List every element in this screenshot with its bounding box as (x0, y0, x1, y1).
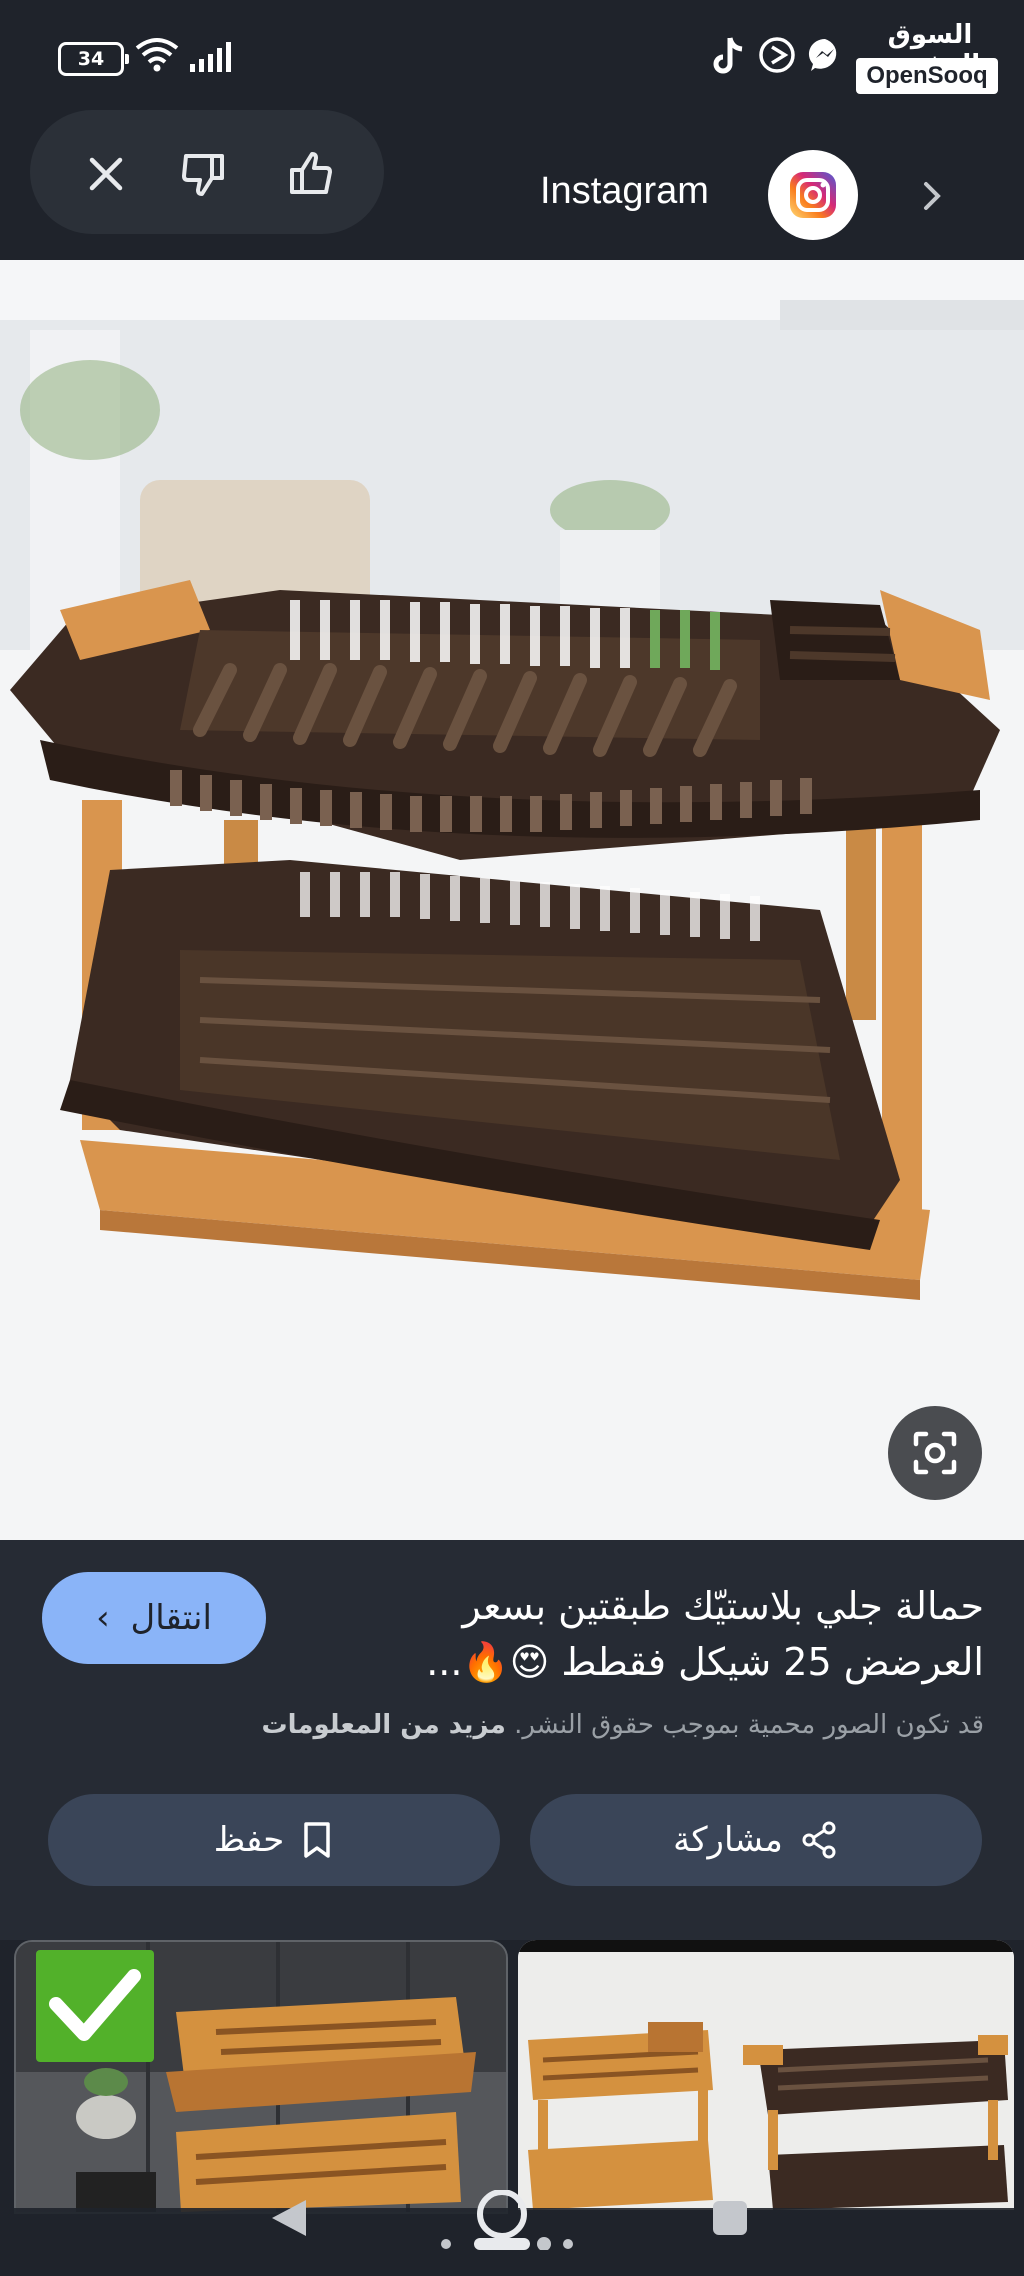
result-title[interactable]: حمالة جلي بلاستيّك طبقتين بسعر العرضض 25… (384, 1578, 984, 1690)
home-icon[interactable] (440, 2190, 580, 2250)
play-circle-icon (759, 37, 795, 73)
share-icon (802, 1821, 836, 1859)
wifi-icon (135, 38, 179, 72)
save-button[interactable]: حفظ (48, 1794, 500, 1886)
visit-button[interactable]: انتقال › (42, 1572, 266, 1664)
share-button[interactable]: مشاركة (530, 1794, 982, 1886)
dish-rack-photo (0, 260, 1024, 1540)
lens-search-button[interactable] (888, 1406, 982, 1500)
orange-rack-photo (16, 1942, 506, 2212)
copyright-note: قد تكون الصور محمية بموجب حقوق النشر. مز… (64, 1710, 984, 1740)
two-racks-photo (518, 1940, 1014, 2210)
lens-icon (913, 1431, 957, 1475)
signal-icon (190, 42, 231, 72)
related-thumbnail[interactable] (14, 1940, 508, 2214)
opensooq-logo: OpenSooq (856, 58, 998, 94)
thumbs-up-icon[interactable] (286, 150, 334, 198)
copyright-text: قد تكون الصور محمية بموجب حقوق النشر. (514, 1710, 984, 1740)
messenger-icon (808, 38, 837, 71)
source-favicon[interactable] (768, 150, 858, 240)
save-label: حفظ (213, 1820, 285, 1860)
recent-apps-icon[interactable] (710, 2198, 750, 2238)
close-icon[interactable] (82, 150, 130, 198)
back-icon[interactable] (266, 2196, 312, 2240)
related-thumbnail[interactable] (518, 1940, 1014, 2210)
chevron-right-icon: › (96, 1598, 110, 1638)
thumbs-down-icon[interactable] (180, 150, 228, 198)
bookmark-icon (304, 1822, 330, 1858)
chevron-right-icon[interactable] (912, 176, 952, 216)
tiktok-icon (713, 37, 743, 74)
share-label: مشاركة (673, 1820, 783, 1860)
visit-button-label: انتقال (130, 1598, 212, 1638)
battery-indicator: 34 (58, 42, 129, 76)
more-info-link[interactable]: مزيد من المعلومات (261, 1710, 505, 1740)
instagram-icon (790, 172, 836, 218)
feedback-pill (30, 110, 384, 234)
source-name[interactable]: Instagram (540, 170, 709, 213)
result-image[interactable] (0, 260, 1024, 1540)
